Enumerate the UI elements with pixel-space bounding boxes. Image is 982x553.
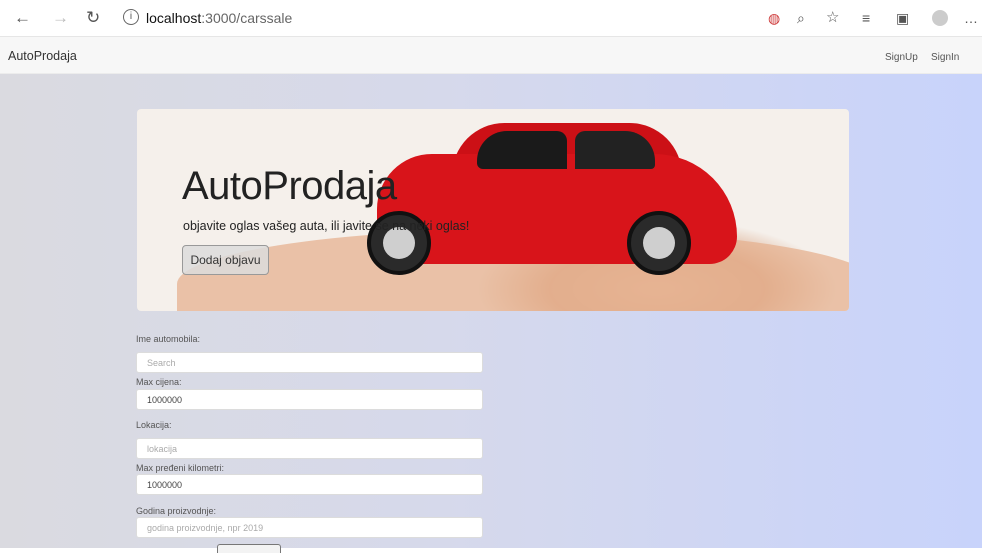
tracking-icon[interactable]: ◍ <box>768 8 780 28</box>
max-price-input[interactable] <box>136 389 483 410</box>
car-name-label: Ime automobila: <box>136 334 201 344</box>
year-input[interactable] <box>136 517 483 538</box>
hero-banner: AutoProdaja objavite oglas vašeg auta, i… <box>137 109 849 311</box>
favorites-list-icon[interactable]: ≡ <box>862 8 870 28</box>
car-name-input[interactable] <box>136 352 483 373</box>
car-wheel <box>627 211 691 275</box>
back-arrow-icon[interactable]: ← <box>14 8 31 28</box>
car-window <box>477 131 567 169</box>
url-host: localhost <box>146 10 202 26</box>
info-icon[interactable]: i <box>123 9 139 25</box>
max-km-input[interactable] <box>136 474 483 495</box>
zoom-icon[interactable]: ⌕ <box>797 8 805 28</box>
favorite-star-icon[interactable]: ☆ <box>826 8 839 28</box>
refresh-icon[interactable]: ↻ <box>86 8 100 28</box>
year-label: Godina proizvodnje: <box>136 506 217 516</box>
add-listing-button[interactable]: Dodaj objavu <box>182 245 269 275</box>
signin-link[interactable]: SignIn <box>931 52 959 63</box>
max-km-label: Max pređeni kilometri: <box>136 463 225 473</box>
location-label: Lokacija: <box>136 420 172 430</box>
hero-subtitle: objavite oglas vašeg auta, ili javite se… <box>183 219 470 233</box>
forward-arrow-icon[interactable]: → <box>52 8 69 28</box>
more-icon[interactable]: … <box>964 8 978 28</box>
signup-link[interactable]: SignUp <box>885 52 918 63</box>
search-button[interactable] <box>217 544 281 553</box>
navbar-brand[interactable]: AutoProdaja <box>8 49 77 63</box>
hero-title: AutoProdaja <box>182 164 397 208</box>
collections-icon[interactable]: ▣ <box>896 8 909 28</box>
browser-toolbar: ← → ↻ i localhost:3000/carssale ◍ ⌕ ☆ ≡ … <box>0 0 982 37</box>
url-path: :3000/carssale <box>201 10 293 26</box>
navbar: AutoProdaja SignUp SignIn <box>0 37 982 74</box>
profile-icon[interactable] <box>932 10 948 26</box>
car-window <box>575 131 655 169</box>
location-input[interactable] <box>136 438 483 459</box>
address-bar[interactable]: localhost:3000/carssale <box>146 10 292 26</box>
max-price-label: Max cijena: <box>136 377 182 387</box>
